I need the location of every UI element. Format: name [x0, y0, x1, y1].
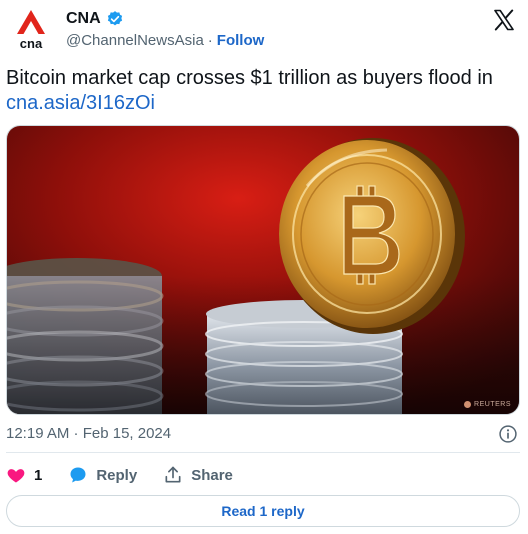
- tweet-actions: 1 Reply Share: [6, 462, 259, 488]
- share-button[interactable]: Share: [163, 465, 233, 485]
- reply-bubble-icon: [70, 467, 86, 483]
- watermark-text: REUTERS: [474, 401, 511, 408]
- like-button[interactable]: 1: [6, 465, 42, 485]
- info-icon[interactable]: [498, 424, 518, 444]
- tweet-text: Bitcoin market cap crosses $1 trillion a…: [6, 67, 493, 89]
- like-count: 1: [34, 466, 43, 484]
- heart-icon: [7, 469, 25, 483]
- share-upload-icon: [165, 466, 181, 483]
- reuters-watermark: REUTERS: [464, 401, 511, 408]
- read-reply-button[interactable]: Read 1 reply: [6, 495, 520, 527]
- reuters-logo-icon: [464, 401, 472, 408]
- tweet-timestamp[interactable]: 12:19 AM · Feb 15, 2024: [6, 425, 171, 442]
- reply-button[interactable]: Reply: [68, 465, 137, 485]
- verified-badge-icon: [106, 10, 124, 28]
- cna-logo-icon[interactable]: cna: [14, 8, 48, 51]
- author-name-row: CNA: [66, 10, 124, 28]
- divider: [6, 452, 520, 453]
- share-label: Share: [191, 466, 233, 484]
- author-handle-row: @ChannelNewsAsia · Follow: [66, 32, 264, 49]
- svg-text:cna: cna: [20, 36, 43, 50]
- author-name[interactable]: CNA: [66, 10, 101, 28]
- tweet-link[interactable]: cna.asia/3I16zOi: [6, 92, 155, 114]
- x-logo-icon[interactable]: [492, 8, 516, 32]
- tweet-card: cna CNA @ChannelNewsAsia · Follow Bitcoi…: [0, 0, 528, 534]
- tweet-image[interactable]: REUTERS: [6, 125, 520, 415]
- reply-label: Reply: [96, 466, 138, 484]
- bitcoin-photo: [7, 126, 519, 414]
- author-handle[interactable]: @ChannelNewsAsia: [66, 32, 204, 49]
- separator-dot: ·: [207, 32, 213, 49]
- tweet-header: cna CNA @ChannelNewsAsia · Follow: [10, 6, 522, 54]
- follow-button[interactable]: Follow: [217, 32, 265, 49]
- tweet-body: Bitcoin market cap crosses $1 trillion a…: [6, 66, 516, 116]
